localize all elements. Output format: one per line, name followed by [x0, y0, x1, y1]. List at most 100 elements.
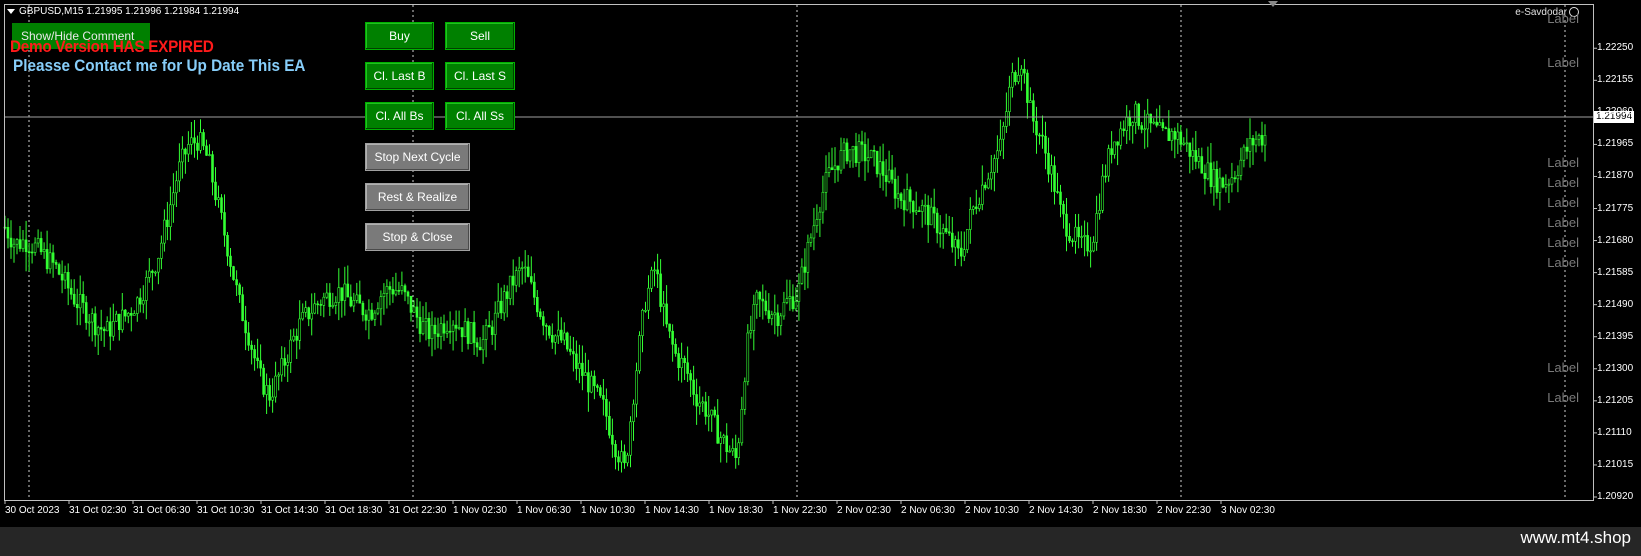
- symbol-ohlc: GBPUSD,M15 1.21995 1.21996 1.21984 1.219…: [7, 6, 239, 17]
- candle-body: [385, 286, 389, 294]
- candle-body: [833, 165, 837, 170]
- candle-body: [950, 232, 954, 248]
- candle-body: [547, 326, 551, 336]
- candle-body: [1032, 100, 1035, 122]
- candle-body: [199, 132, 202, 151]
- candle-body: [1014, 72, 1017, 83]
- candle-body: [268, 385, 271, 401]
- candle-body: [1125, 117, 1128, 132]
- close-last-sell-button[interactable]: Cl. Last S: [445, 62, 515, 90]
- stop-close-button[interactable]: Stop & Close: [365, 223, 470, 251]
- candle-body: [409, 295, 413, 313]
- candle-body: [1116, 141, 1119, 146]
- candle-body: [27, 251, 31, 253]
- close-last-buy-button[interactable]: Cl. Last B: [365, 62, 434, 90]
- candle-body: [12, 243, 16, 248]
- candle-body: [593, 375, 596, 387]
- candle-body: [608, 415, 611, 436]
- candle-body: [1095, 213, 1098, 243]
- candle-body: [1230, 177, 1234, 185]
- candle-body: [382, 293, 386, 298]
- candle-body: [259, 360, 262, 369]
- candle-body: [241, 294, 244, 322]
- candle-body: [247, 332, 250, 346]
- candle-body: [959, 247, 963, 257]
- candle-body: [466, 321, 470, 344]
- candle-body: [632, 403, 635, 423]
- candle-body: [986, 178, 990, 189]
- chart-label: Label: [1547, 155, 1579, 170]
- candle-body: [1152, 121, 1155, 124]
- buy-button[interactable]: Buy: [365, 22, 434, 50]
- candle-body: [139, 297, 142, 305]
- candle-body: [1038, 134, 1041, 137]
- candle-body: [421, 321, 425, 335]
- price-tick-label: 1.21965: [1597, 138, 1634, 150]
- candle-body: [1074, 226, 1077, 242]
- close-all-sells-button[interactable]: Cl. All Ss: [445, 102, 515, 130]
- candle-body: [244, 320, 247, 334]
- candle-body: [1257, 135, 1261, 140]
- candle-body: [559, 329, 563, 341]
- candle-body: [136, 297, 139, 314]
- candle-body: [1008, 86, 1011, 112]
- candle-body: [253, 349, 256, 359]
- candle-body: [968, 209, 972, 230]
- candle-body: [996, 150, 999, 159]
- candle-body: [451, 324, 455, 332]
- candle-body: [590, 375, 593, 393]
- candle-body: [758, 291, 762, 300]
- rest-realize-button[interactable]: Rest & Realize: [365, 183, 470, 211]
- candle-body: [860, 141, 864, 145]
- candle-body: [629, 421, 632, 456]
- candle-body: [809, 237, 813, 243]
- close-all-buys-button[interactable]: Cl. All Bs: [365, 102, 434, 130]
- candle-body: [965, 229, 969, 250]
- candle-body: [740, 408, 744, 444]
- candle-body: [737, 442, 741, 458]
- candle-body: [779, 315, 783, 326]
- candle-body: [169, 204, 172, 228]
- candle-body: [1002, 126, 1005, 140]
- candle-body: [427, 317, 431, 339]
- candle-body: [36, 238, 40, 244]
- chart-canvas[interactable]: [0, 0, 1641, 527]
- candle-body: [944, 228, 948, 233]
- candle-body: [1158, 122, 1161, 126]
- candle-body: [60, 273, 64, 281]
- candle-body: [1122, 128, 1125, 131]
- candle-body: [941, 228, 945, 234]
- chart-area[interactable]: GBPUSD,M15 1.21995 1.21996 1.21984 1.219…: [0, 0, 1641, 527]
- candle-body: [250, 344, 253, 350]
- time-tick-label: 1 Nov 18:30: [709, 505, 763, 516]
- sell-button[interactable]: Sell: [445, 22, 515, 50]
- candle-body: [262, 367, 265, 395]
- candle-body: [1041, 134, 1044, 137]
- candle-body: [680, 357, 683, 368]
- candle-body: [457, 327, 461, 329]
- price-tick-label: 1.21395: [1597, 330, 1634, 342]
- price-tick-label: 1.21110: [1597, 426, 1632, 438]
- candle-body: [18, 239, 22, 249]
- candle-body: [406, 291, 410, 297]
- candle-body: [529, 276, 533, 283]
- stop-next-cycle-button[interactable]: Stop Next Cycle: [365, 143, 470, 171]
- candle-body: [623, 451, 626, 464]
- candle-body: [896, 193, 900, 199]
- price-tick-label: 1.21490: [1597, 298, 1634, 310]
- candle-body: [69, 287, 73, 295]
- candle-body: [99, 327, 103, 330]
- candle-body: [1137, 103, 1140, 126]
- candle-body: [211, 154, 214, 183]
- candle-body: [208, 154, 211, 156]
- candle-body: [397, 289, 401, 292]
- dropdown-triangle-icon[interactable]: [7, 8, 15, 14]
- shift-marker-icon[interactable]: [1268, 1, 1278, 7]
- candle-body: [683, 357, 686, 363]
- candle-body: [118, 313, 121, 331]
- candle-body: [1119, 128, 1122, 146]
- candle-body: [30, 251, 34, 254]
- candle-body: [761, 298, 765, 302]
- candle-body: [520, 267, 524, 269]
- candle-body: [166, 219, 169, 228]
